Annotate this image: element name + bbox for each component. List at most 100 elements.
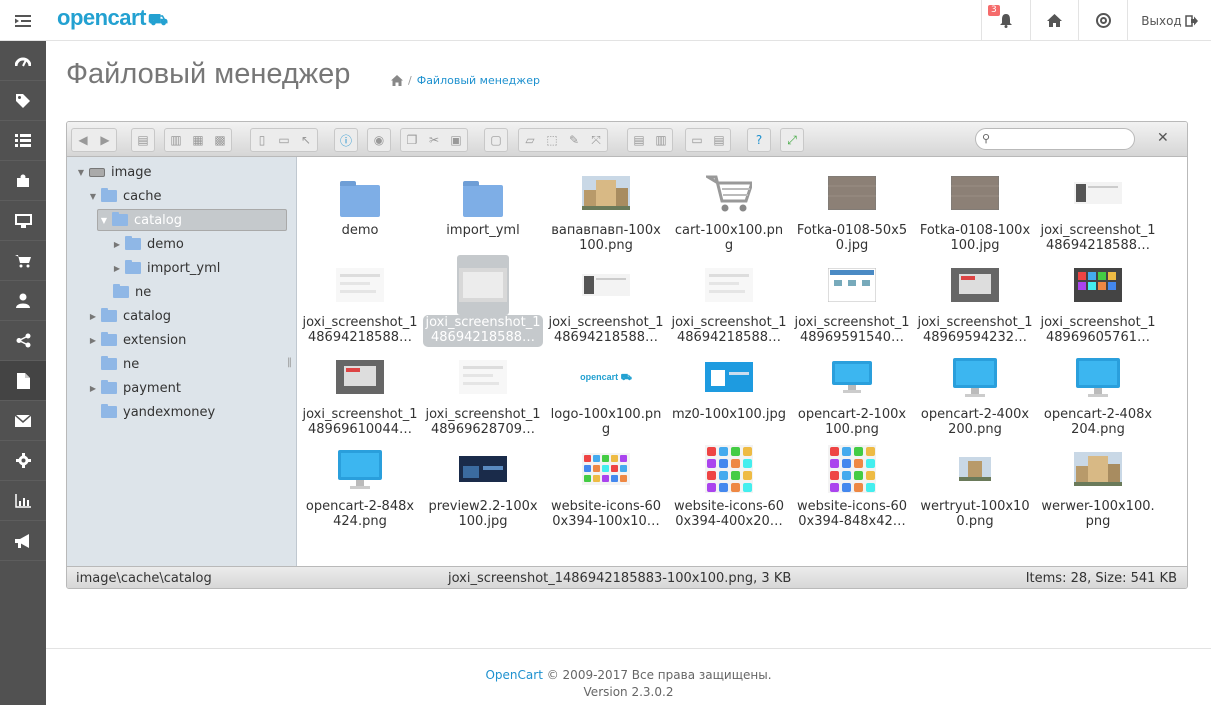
paste-icon[interactable]: ▣ xyxy=(445,129,467,151)
tree-node[interactable]: ▶ extension xyxy=(87,329,186,351)
file-item[interactable]: preview2.2-100x100.jpg xyxy=(423,439,543,531)
file-item[interactable]: opencart-2-848x424.png xyxy=(300,439,420,531)
archive-icon[interactable]: ▤ xyxy=(628,129,650,151)
tree-node[interactable]: ne xyxy=(87,353,139,375)
fullscreen-icon[interactable]: ⤢ xyxy=(781,129,803,151)
tree-node[interactable]: ▼ cache xyxy=(87,185,162,207)
file-item[interactable]: joxi_screenshot_148969591540… xyxy=(792,255,912,347)
sidebar-item-promotion[interactable] xyxy=(0,521,46,561)
file-item[interactable]: website-icons-600x394-848x42… xyxy=(792,439,912,531)
resize-icon[interactable]: ⤧ xyxy=(585,129,607,151)
sidebar-item-reports[interactable] xyxy=(0,481,46,521)
file-item[interactable]: mz0-100x100.jpg xyxy=(669,347,789,439)
file-item[interactable]: werwer-100x100.png xyxy=(1038,439,1158,531)
tree-node[interactable]: ▼ catalog xyxy=(97,209,287,231)
file-item[interactable]: cart-100x100.png xyxy=(669,163,789,255)
opencart-link[interactable]: OpenCart xyxy=(485,668,542,682)
folder-item[interactable]: demo xyxy=(300,163,420,255)
tree-node-label: yandexmoney xyxy=(123,404,216,420)
save-icon[interactable]: ▩ xyxy=(209,129,231,151)
caret-right-icon[interactable]: ▶ xyxy=(87,336,99,345)
caret-right-icon[interactable]: ▶ xyxy=(111,264,123,273)
eye-icon[interactable]: ◉ xyxy=(368,129,390,151)
file-item[interactable]: opencart ⛟ logo-100x100.png xyxy=(546,347,666,439)
file-item[interactable]: joxi_screenshot_148694218588… xyxy=(300,255,420,347)
home-icon[interactable] xyxy=(391,75,403,86)
tree-node[interactable]: ▶ demo xyxy=(111,233,184,255)
sidebar-item-mail[interactable] xyxy=(0,401,46,441)
copy-icon[interactable]: ❐ xyxy=(401,129,423,151)
sidebar-item-list[interactable] xyxy=(0,121,46,161)
reload-icon[interactable]: ▥ xyxy=(165,129,187,151)
tree-node[interactable]: ▶ payment xyxy=(87,377,181,399)
icons-view-icon[interactable]: ▭ xyxy=(686,129,708,151)
file-item[interactable]: joxi_screenshot_148969605761… xyxy=(1038,255,1158,347)
file-item[interactable]: opencart-2-408x204.png xyxy=(1038,347,1158,439)
select-all-icon[interactable]: ⬚ xyxy=(541,129,563,151)
sidebar-item-catalog[interactable] xyxy=(0,81,46,121)
home-folder-icon[interactable]: ▤ xyxy=(132,129,154,151)
list-view-icon[interactable]: ▤ xyxy=(708,129,730,151)
breadcrumb-link-filemanager[interactable]: Файловый менеджер xyxy=(417,74,540,87)
logout-button[interactable]: Выход xyxy=(1127,0,1211,41)
file-item[interactable]: joxi_screenshot_148969628709… xyxy=(423,347,543,439)
close-icon[interactable]: ✕ xyxy=(1157,130,1169,146)
back-icon[interactable]: ◀ xyxy=(72,129,94,151)
cut-icon[interactable]: ✂ xyxy=(423,129,445,151)
search-input[interactable]: ⚲ xyxy=(975,128,1135,150)
file-item[interactable]: joxi_screenshot_148694218588… xyxy=(1038,163,1158,255)
rename-icon[interactable]: ✎ xyxy=(563,129,585,151)
tree-node[interactable]: ne xyxy=(99,281,151,303)
forward-icon[interactable]: ▶ xyxy=(94,129,116,151)
file-name: opencart-2-100x100.png xyxy=(797,407,907,437)
sidebar-item-settings[interactable] xyxy=(0,441,46,481)
file-item[interactable]: opencart-2-100x100.png xyxy=(792,347,912,439)
support-button[interactable] xyxy=(1078,0,1127,41)
tree-node[interactable]: ▼ image xyxy=(75,161,152,183)
menu-toggle-button[interactable] xyxy=(0,0,46,41)
file-item[interactable]: Fotka-0108-50x50.jpg xyxy=(792,163,912,255)
new-file-icon[interactable]: ▱ xyxy=(519,129,541,151)
sidebar-item-design[interactable] xyxy=(0,201,46,241)
sidebar-item-customers[interactable] xyxy=(0,281,46,321)
tree-node[interactable]: yandexmoney xyxy=(87,401,215,423)
home-button[interactable] xyxy=(1030,0,1078,41)
file-item[interactable]: Fotka-0108-100x100.jpg xyxy=(915,163,1035,255)
caret-right-icon[interactable]: ▶ xyxy=(111,240,123,249)
file-item[interactable]: website-icons-600x394-100x10… xyxy=(546,439,666,531)
sidebar-item-extensions[interactable] xyxy=(0,161,46,201)
file-item[interactable]: joxi_screenshot_148694218588… xyxy=(546,255,666,347)
file-item[interactable]: joxi_screenshot_148694218588… xyxy=(423,255,543,347)
sidebar-item-sales[interactable] xyxy=(0,241,46,281)
caret-right-icon[interactable]: ▶ xyxy=(87,312,99,321)
file-item[interactable]: opencart-2-400x200.png xyxy=(915,347,1035,439)
file-item[interactable]: joxi_screenshot_148969594232… xyxy=(915,255,1035,347)
open-icon[interactable]: ▯ xyxy=(251,129,273,151)
folder-item[interactable]: import_yml xyxy=(423,163,543,255)
file-item[interactable]: joxi_screenshot_148694218588… xyxy=(669,255,789,347)
file-item[interactable]: вапавпавп-100x100.png xyxy=(546,163,666,255)
tree-node[interactable]: ▶ import_yml xyxy=(111,257,220,279)
file-item[interactable]: wertryut-100x100.png xyxy=(915,439,1035,531)
opencart-logo[interactable]: opencart ⛟ xyxy=(57,5,168,31)
caret-right-icon[interactable]: ▶ xyxy=(87,384,99,393)
tree-node[interactable]: ▶ catalog xyxy=(87,305,171,327)
upload-icon[interactable]: ▦ xyxy=(187,129,209,151)
folder-icon xyxy=(125,236,141,250)
help-icon[interactable]: ? xyxy=(748,129,770,151)
extract-icon[interactable]: ▥ xyxy=(650,129,672,151)
sidebar-item-dashboard[interactable] xyxy=(0,41,46,81)
file-item[interactable]: joxi_screenshot_148969610044… xyxy=(300,347,420,439)
splitter-handle[interactable]: ‖ xyxy=(287,357,292,368)
download-icon[interactable]: ▭ xyxy=(273,129,295,151)
notifications-button[interactable]: 3 xyxy=(981,0,1030,41)
trash-icon[interactable]: ▢ xyxy=(485,129,507,151)
info-icon[interactable]: ⓘ xyxy=(335,129,357,151)
caret-down-icon[interactable]: ▼ xyxy=(98,216,110,225)
sidebar-item-files[interactable] xyxy=(0,361,46,401)
caret-down-icon[interactable]: ▼ xyxy=(87,192,99,201)
file-item[interactable]: website-icons-600x394-400x20… xyxy=(669,439,789,531)
sidebar-item-marketing-share[interactable] xyxy=(0,321,46,361)
caret-down-icon[interactable]: ▼ xyxy=(75,168,87,177)
select-icon[interactable]: ↖ xyxy=(295,129,317,151)
